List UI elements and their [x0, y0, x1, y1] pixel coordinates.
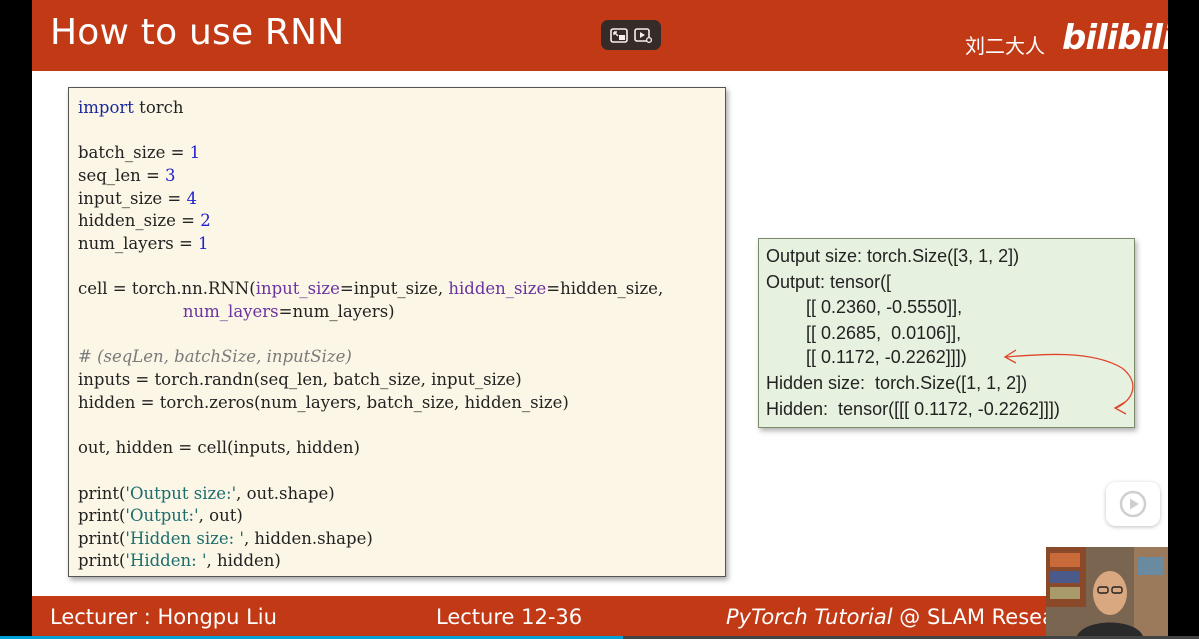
output-line: [[ 0.2685, 0.0106]],: [766, 323, 962, 343]
output-line: Hidden: tensor([[[ 0.1172, -0.2262]]]): [766, 399, 1060, 419]
bilibili-logo: bilibili: [1062, 18, 1168, 58]
tutorial-credit: PyTorch Tutorial @ SLAM Resea: [726, 605, 1055, 629]
play-later-icon[interactable]: [633, 26, 653, 44]
play-icon: [1119, 490, 1147, 518]
output-line: [[ 0.2360, -0.5550]],: [766, 297, 963, 317]
code-line: num_layers=num_layers): [182, 302, 395, 321]
code-line: inputs = torch.randn(seq_len, batch_size…: [78, 370, 522, 389]
code-line: hidden_size = 2: [78, 211, 211, 230]
keyword: import: [78, 98, 134, 117]
brand-name: 刘二大人: [965, 34, 1045, 58]
code-line: print('Hidden size: ', hidden.shape): [78, 529, 373, 548]
lecture-slide: How to use RNN 刘二大人 bilibili import torc…: [32, 0, 1168, 639]
code-line: num_layers = 1: [78, 234, 209, 253]
output-line: Output size: torch.Size([3, 1, 2]): [766, 246, 1020, 266]
code-comment: # (seqLen, batchSize, inputSize): [78, 347, 352, 366]
code-line: hidden = torch.zeros(num_layers, batch_s…: [78, 393, 569, 412]
code-line: input_size = 4: [78, 189, 197, 208]
lecturer-name: Lecturer : Hongpu Liu: [50, 605, 277, 629]
code-line: print('Hidden: ', hidden): [78, 551, 281, 570]
code-line: print('Output size:', out.shape): [78, 484, 335, 503]
code-line: cell = torch.nn.RNN(input_size=input_siz…: [78, 279, 664, 298]
code-line: import torch: [78, 98, 184, 117]
slide-header: How to use RNN 刘二大人 bilibili: [32, 0, 1168, 71]
code-line: batch_size = 1: [78, 143, 201, 162]
slide-title: How to use RNN: [50, 12, 345, 53]
output-line: Output: tensor([: [766, 272, 892, 292]
lecturer-webcam: [1046, 547, 1168, 639]
play-button[interactable]: [1106, 482, 1160, 526]
video-overlay-controls: [601, 20, 661, 50]
output-line: Hidden size: torch.Size([1, 1, 2]): [766, 373, 1028, 393]
code-block: import torch batch_size = 1 seq_len = 3 …: [68, 87, 726, 577]
slide-footer: Lecturer : Hongpu Liu Lecture 12-36 PyTo…: [32, 596, 1168, 639]
code-line: out, hidden = cell(inputs, hidden): [78, 438, 360, 457]
output-line: [[ 0.1172, -0.2262]]]): [766, 347, 967, 367]
picture-in-picture-icon[interactable]: [609, 26, 629, 44]
code-line: seq_len = 3: [78, 166, 176, 185]
lecture-number: Lecture 12-36: [436, 605, 583, 629]
code-line: print('Output:', out): [78, 506, 243, 525]
output-block: Output size: torch.Size([3, 1, 2]) Outpu…: [758, 238, 1135, 428]
